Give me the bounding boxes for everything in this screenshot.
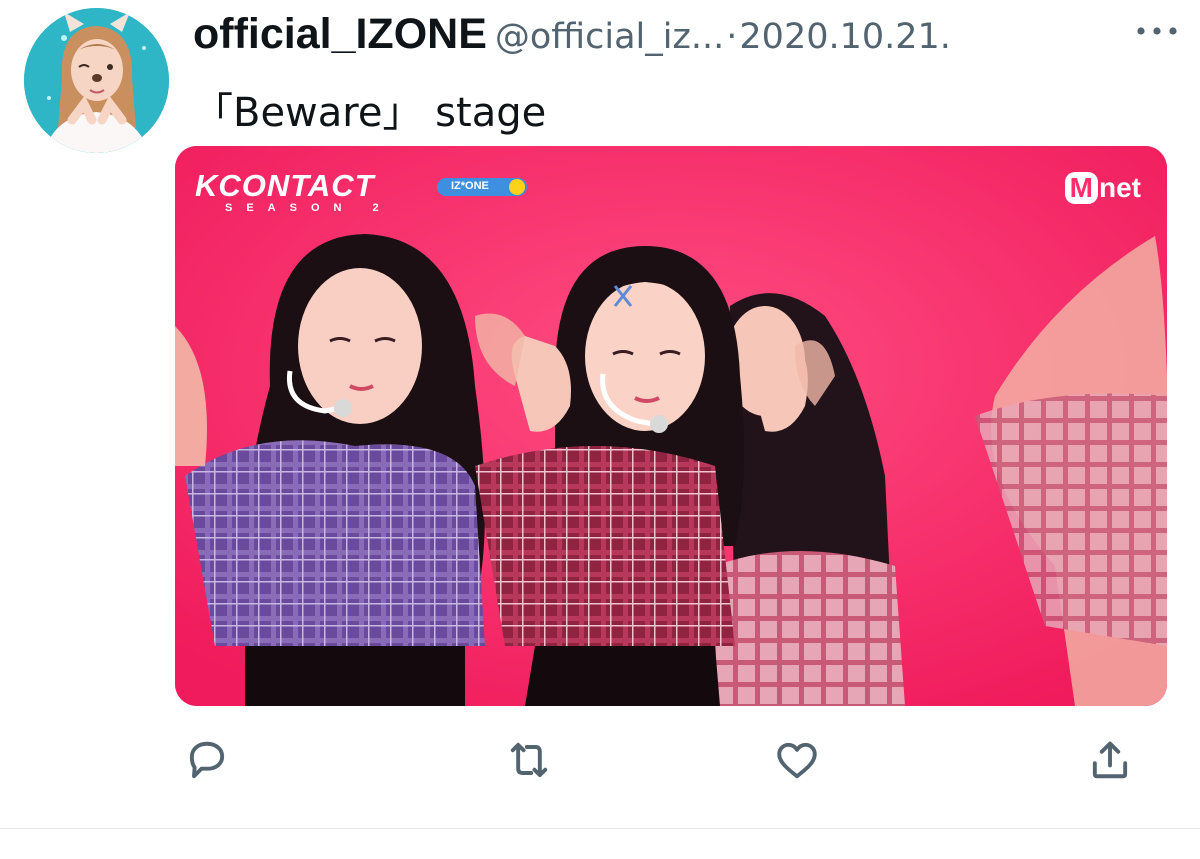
user-handle[interactable]: @official_iz...	[495, 17, 724, 57]
share-button[interactable]	[1080, 730, 1140, 790]
tweet-header: official_IZONE @official_iz...·2020.10.21…	[193, 10, 1180, 62]
izone-badge-label: IZ*ONE	[451, 180, 489, 192]
more-horizontal-icon[interactable]	[1134, 24, 1180, 38]
tweet-divider	[0, 828, 1200, 829]
mnet-logo-m: M	[1064, 172, 1098, 204]
tweet-actions	[0, 730, 1200, 790]
tweet-date[interactable]: 2020.10.21.	[739, 17, 951, 57]
display-name[interactable]: official_IZONE	[193, 10, 487, 58]
tweet-text: 「Beware」 stage	[193, 90, 547, 136]
mnet-logo: Mnet	[1064, 172, 1141, 204]
badge-dot	[509, 179, 525, 195]
izone-badge: IZ*ONE	[437, 178, 527, 196]
avatar-image	[24, 8, 169, 153]
kcontact-logo: KCONTACT	[195, 168, 375, 203]
avatar[interactable]	[24, 8, 169, 153]
separator: ·	[726, 17, 738, 57]
like-button[interactable]	[767, 730, 827, 790]
reply-icon	[189, 741, 225, 779]
stage-photo	[175, 146, 1167, 706]
share-icon	[1092, 741, 1128, 779]
retweet-button[interactable]	[499, 730, 559, 790]
tweet-media[interactable]: KCONTACT SEASON 2 IZ*ONE Mnet	[175, 146, 1167, 706]
retweet-icon	[510, 742, 548, 778]
heart-icon	[777, 742, 817, 779]
reply-button[interactable]	[177, 730, 237, 790]
tweet[interactable]: official_IZONE @official_iz...·2020.10.21…	[0, 0, 1200, 829]
season-label: SEASON 2	[225, 202, 393, 214]
mnet-logo-rest: net	[1099, 172, 1141, 203]
